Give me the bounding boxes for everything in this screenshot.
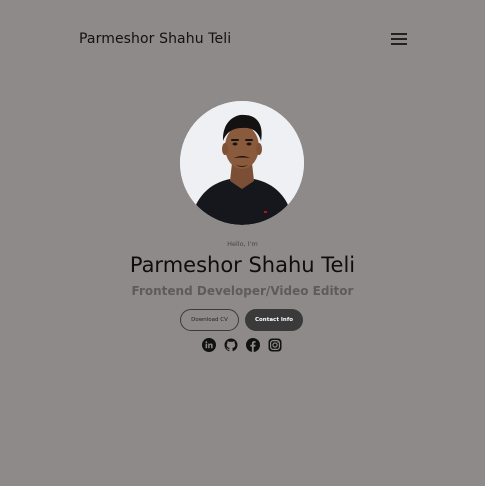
download-cv-button[interactable]: Download CV — [180, 309, 239, 331]
hero-name: Parmeshor Shahu Teli — [129, 253, 356, 277]
page: Parmeshor Shahu Teli Hello, I'm Parmesho… — [0, 0, 485, 486]
instagram-icon[interactable] — [268, 338, 282, 352]
profile-picture — [180, 101, 304, 225]
greeting-text: Hello, I'm — [227, 240, 258, 248]
linkedin-icon[interactable] — [202, 338, 216, 352]
hamburger-menu-icon[interactable] — [391, 33, 407, 47]
hero-role: Frontend Developer/Video Editor — [131, 284, 354, 298]
facebook-icon[interactable] — [246, 338, 260, 352]
site-logo[interactable]: Parmeshor Shahu Teli — [79, 31, 231, 47]
contact-info-button[interactable]: Contact Info — [245, 309, 303, 331]
social-links — [202, 338, 282, 352]
github-icon[interactable] — [224, 338, 238, 352]
